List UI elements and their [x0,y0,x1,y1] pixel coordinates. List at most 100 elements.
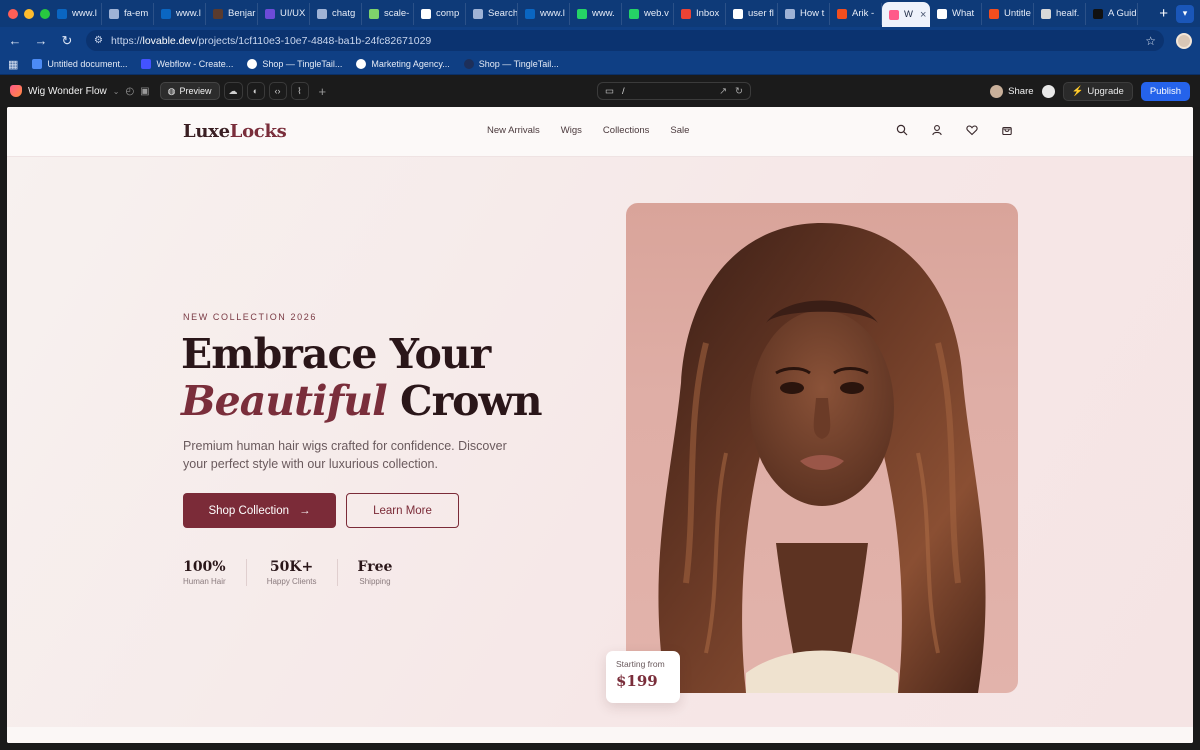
site-logo[interactable]: LuxeLocks [183,121,287,142]
nav-wigs[interactable]: Wigs [561,125,582,136]
browser-tab[interactable]: scale- [362,2,414,25]
bookmark-item[interactable]: Shop — TingleTail... [247,59,342,69]
browser-tab[interactable]: healf. [1034,2,1086,25]
nav-collections[interactable]: Collections [603,125,649,136]
figma-icon [837,8,847,19]
lightning-icon: ⚡ [1071,85,1084,97]
new-tab-button[interactable]: + [1151,5,1176,22]
preview-frame: LuxeLocks New Arrivals Wigs Collections … [7,107,1193,743]
heart-icon[interactable] [965,123,978,136]
browser-tab[interactable]: www. [570,2,622,25]
browser-tab[interactable]: www.l [50,2,102,25]
browser-tab[interactable]: What [930,2,982,25]
tab-label: How t [800,8,825,19]
whatsapp-icon [577,8,587,19]
project-switcher[interactable]: Wig Wonder Flow ⌄ [10,85,119,97]
github-icon[interactable] [1041,84,1055,98]
learn-more-button[interactable]: Learn More [346,493,459,528]
hero-eyebrow: NEW COLLECTION 2026 [183,312,317,322]
linkedin-icon [57,8,67,19]
profile-avatar[interactable] [1176,32,1192,49]
analytics-button[interactable]: ⌇ [290,82,309,100]
browser-tab[interactable]: www.l [518,2,570,25]
google-icon [421,8,431,19]
user-icon[interactable] [930,123,943,136]
globe-icon [463,59,474,69]
preview-button[interactable]: ◍ Preview [159,82,220,100]
url-bar[interactable]: ⚙ https://lovable.dev/projects/1cf110e3-… [86,30,1164,51]
cloud-button[interactable]: ☁ [223,82,243,100]
browser-tab[interactable]: www.l [154,2,206,25]
browser-tab[interactable]: Untitle [982,2,1034,25]
add-icon[interactable]: + [319,84,327,99]
tab-label: scale- [384,8,410,19]
browser-tab[interactable]: Arik - [830,2,882,25]
design-button[interactable]: ◐ [246,82,265,100]
lovable-icon [889,9,899,20]
avatar-icon [213,8,223,19]
tab-search-button[interactable]: ▾ [1176,4,1194,23]
doc-icon [32,59,43,69]
tab-label: www. [592,8,615,19]
shop-collection-button[interactable]: Shop Collection → [183,493,336,528]
browser-tab[interactable]: fa-em [102,2,154,25]
reload-icon[interactable]: ↻ [60,33,74,49]
hero-description: Premium human hair wigs crafted for conf… [183,439,507,471]
browser-tab[interactable]: Benjar [206,2,258,25]
browser-tab-strip: www.l fa-em www.l Benjar UI/UX chatg scale-com… [0,0,1200,27]
nav-new-arrivals[interactable]: New Arrivals [487,125,540,136]
device-icon[interactable]: ▭ [605,86,614,97]
triangle-icon [369,8,379,19]
open-external-icon[interactable]: ↗ [719,86,727,97]
browser-tab[interactable]: Inbox [674,2,726,25]
browser-tab[interactable]: UI/UX [258,2,310,25]
publish-button[interactable]: Publish [1140,81,1190,101]
sidebar-toggle-icon[interactable]: ▣ [140,86,149,97]
browser-tab[interactable]: A Guid [1086,2,1138,25]
browser-tab[interactable]: web.v [622,2,674,25]
bookmark-item[interactable]: Marketing Agency... [356,59,450,69]
upgrade-button[interactable]: ⚡ Upgrade [1062,81,1133,101]
openai-icon [937,8,947,19]
bookmark-item[interactable]: Untitled document... [32,59,127,69]
bookmark-star-icon[interactable]: ☆ [1145,34,1156,48]
browser-tab[interactable]: user fl [726,2,778,25]
apps-grid-icon[interactable]: ▦ [8,58,18,71]
tab-label: www.l [176,8,201,19]
share-button[interactable]: Share [990,84,1034,98]
bookmark-item[interactable]: Shop — TingleTail... [463,59,559,69]
browser-tab[interactable]: W × [882,2,930,27]
forward-icon[interactable]: → [34,33,48,48]
stat-item: Free Shipping [336,559,413,586]
stat-item: 50K+ Happy Clients [245,559,337,586]
route-input[interactable]: ▭ / ↗ ↻ [597,82,751,100]
arrow-right-icon: → [299,504,311,517]
globe-icon [356,59,367,69]
browser-tab[interactable]: How t [778,2,830,25]
browser-tab[interactable]: Search [466,2,518,25]
browser-tab[interactable]: comp [414,2,466,25]
close-tab-icon[interactable]: × [920,9,926,21]
site-settings-icon[interactable]: ⚙ [94,35,103,46]
shopping-bag-icon[interactable] [1000,123,1013,136]
nav-sale[interactable]: Sale [670,125,689,136]
globe-icon [317,8,327,19]
close-window-button[interactable] [8,8,18,19]
code-button[interactable]: ‹› [268,82,287,100]
minimize-window-button[interactable] [24,8,34,19]
browser-tab[interactable]: chatg [310,2,362,25]
hero-section: NEW COLLECTION 2026 Embrace Your Beautif… [7,157,1193,727]
history-icon[interactable]: ◴ [125,86,134,97]
search-icon[interactable] [895,123,908,136]
maximize-window-button[interactable] [40,8,50,19]
refresh-icon[interactable]: ↻ [735,86,743,97]
tab-label: Inbox [696,8,720,19]
back-icon[interactable]: ← [8,33,22,48]
cloud-icon: ☁ [228,85,238,96]
tab-label: www.l [540,8,565,19]
tab-label: UI/UX [280,8,306,19]
avatar [990,84,1004,98]
google-icon [733,8,743,19]
bookmark-item[interactable]: Webflow - Create... [141,59,233,69]
linkedin-icon [525,8,535,19]
